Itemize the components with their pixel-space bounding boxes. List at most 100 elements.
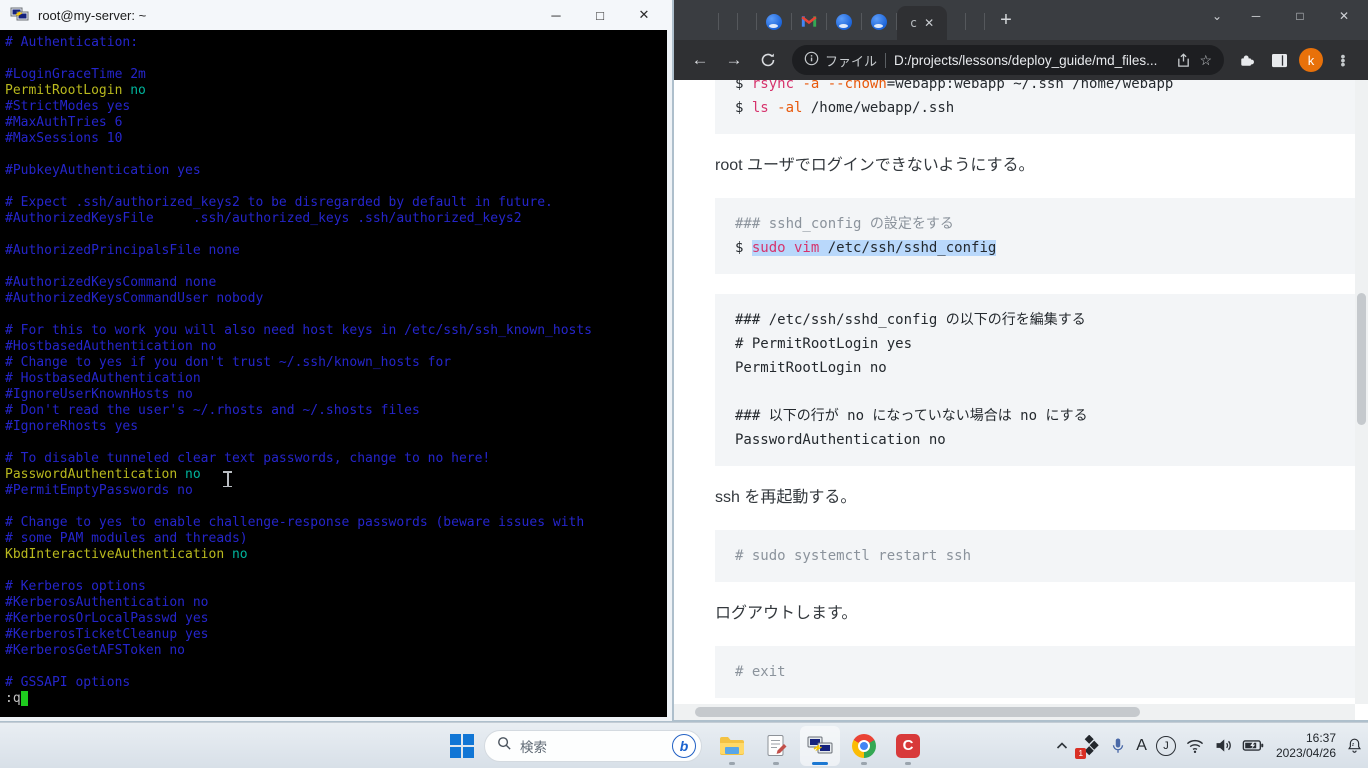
collapsed-tab[interactable] [966, 13, 985, 30]
forward-icon[interactable]: → [718, 44, 750, 76]
ime-mode-indicator[interactable]: A [1136, 737, 1147, 755]
bing-chat-icon[interactable]: b [672, 734, 696, 758]
terminal-line [5, 259, 667, 275]
code-line: $ rsync -a --chown=webapp:webapp ~/.ssh … [735, 80, 1335, 96]
tab-strip: c✕ + ⌄ ─ □ ✕ [674, 0, 1368, 40]
url-text[interactable]: D:/projects/lessons/deploy_guide/md_file… [894, 53, 1168, 68]
terminal-line: # Authentication: [5, 35, 667, 51]
share-icon[interactable] [1176, 53, 1191, 68]
battery-icon[interactable] [1242, 738, 1264, 753]
taskbar-app-putty[interactable] [800, 726, 840, 766]
markdown-paragraph: root ユーザでログインできないようにする。 [715, 154, 1355, 178]
active-tab[interactable]: c✕ [897, 6, 947, 40]
terminal-line: #HostbasedAuthentication no [5, 339, 667, 355]
terminal-maximize-button[interactable]: □ [578, 1, 622, 29]
code-line: ### sshd_config の設定をする [735, 212, 1335, 236]
terminal-line: #MaxSessions 10 [5, 131, 667, 147]
collapsed-tab[interactable] [738, 13, 757, 30]
code-line: # exit [735, 660, 1335, 684]
active-tab-favicon: c [910, 16, 917, 30]
microphone-icon[interactable] [1109, 736, 1127, 756]
browser-close-button[interactable]: ✕ [1322, 1, 1366, 31]
address-bar[interactable]: ファイル D:/projects/lessons/deploy_guide/md… [792, 45, 1224, 75]
tray-date: 2023/04/26 [1276, 746, 1336, 761]
url-scheme-label: ファイル [825, 51, 877, 70]
favicon-tab[interactable] [757, 13, 792, 30]
terminal-line: #LoginGraceTime 2m [5, 67, 667, 83]
terminal-line: # some PAM modules and threads) [5, 531, 667, 547]
tray-app-badge-icon[interactable]: 1 [1078, 735, 1100, 757]
search-placeholder: 検索 [520, 736, 664, 756]
tab-close-icon[interactable]: ✕ [924, 17, 934, 29]
search-icon [497, 736, 512, 756]
horizontal-scrollbar-thumb[interactable] [695, 707, 1140, 717]
terminal-line: # Change to yes to enable challenge-resp… [5, 515, 667, 531]
collapsed-tab[interactable] [719, 13, 738, 30]
terminal-line: #MaxAuthTries 6 [5, 115, 667, 131]
terminal-line: PasswordAuthentication no [5, 467, 667, 483]
avatar-letter: k [1299, 48, 1323, 72]
reload-icon[interactable] [752, 44, 784, 76]
taskbar-search-box[interactable]: 検索 b [484, 730, 702, 762]
tray-circle-app-icon[interactable]: J [1156, 736, 1176, 756]
taskbar-app-notepad[interactable] [756, 726, 796, 766]
terminal-line: #AuthorizedKeysCommandUser nobody [5, 291, 667, 307]
putty-titlebar[interactable]: root@my-server: ~ ─ □ ✕ [0, 0, 672, 30]
browser-minimize-button[interactable]: ─ [1234, 1, 1278, 31]
terminal-minimize-button[interactable]: ─ [534, 1, 578, 29]
putty-icon [807, 734, 833, 758]
favicon-tab[interactable] [792, 13, 827, 30]
terminal-window-title: root@my-server: ~ [38, 8, 534, 23]
profile-avatar[interactable]: k [1296, 45, 1326, 75]
back-icon[interactable]: ← [684, 44, 716, 76]
tray-clock[interactable]: 16:37 2023/04/26 [1276, 731, 1336, 761]
taskbar-app-camtasia[interactable]: C [888, 726, 928, 766]
notification-bell-icon[interactable]: z [1345, 736, 1364, 755]
terminal-close-button[interactable]: ✕ [622, 1, 666, 29]
terminal-line: #AuthorizedPrincipalsFile none [5, 243, 667, 259]
code-line: ### /etc/ssh/sshd_config の以下の行を編集する [735, 308, 1335, 332]
code-block: # sudo systemctl restart ssh [715, 530, 1355, 582]
vertical-scrollbar[interactable] [1355, 80, 1368, 704]
tray-chevron-up-icon[interactable] [1055, 739, 1069, 753]
terminal-line [5, 227, 667, 243]
terminal-line: :q [5, 691, 667, 707]
side-panel-icon[interactable] [1264, 45, 1294, 75]
chip-divider [885, 53, 886, 68]
extensions-puzzle-icon[interactable] [1232, 45, 1262, 75]
terminal-line: KbdInteractiveAuthentication no [5, 547, 667, 563]
taskbar-app-file-explorer[interactable] [712, 726, 752, 766]
collapsed-tab[interactable] [947, 13, 966, 30]
terminal-line: # Kerberos options [5, 579, 667, 595]
wifi-icon[interactable] [1185, 738, 1205, 754]
code-block: ### /etc/ssh/sshd_config の以下の行を編集する# Per… [715, 294, 1355, 466]
start-button[interactable] [450, 734, 474, 758]
terminal-screen[interactable]: # Authentication: #LoginGraceTime 2mPerm… [0, 30, 667, 717]
favicon-tab[interactable] [862, 13, 897, 30]
terminal-line: #AuthorizedKeysCommand none [5, 275, 667, 291]
vertical-scrollbar-thumb[interactable] [1357, 293, 1366, 425]
bookmark-star-icon[interactable]: ☆ [1199, 52, 1212, 69]
tray-time: 16:37 [1276, 731, 1336, 746]
new-tab-button[interactable]: + [991, 5, 1021, 35]
terminal-line: #IgnoreUserKnownHosts no [5, 387, 667, 403]
code-line: # sudo systemctl restart ssh [735, 544, 1335, 568]
terminal-line: # For this to work you will also need ho… [5, 323, 667, 339]
favicon-tab[interactable] [827, 13, 862, 30]
tray-badge-count: 1 [1075, 748, 1086, 759]
code-line [735, 380, 1335, 404]
terminal-line: #KerberosTicketCleanup yes [5, 627, 667, 643]
collapsed-tab[interactable] [700, 13, 719, 30]
taskbar-app-chrome[interactable] [844, 726, 884, 766]
horizontal-scrollbar[interactable] [674, 704, 1355, 720]
running-indicator [905, 762, 911, 765]
site-info-chip[interactable]: ファイル [804, 51, 877, 70]
browser-maximize-button[interactable]: □ [1278, 1, 1322, 31]
markdown-paragraph: ssh を再起動する。 [715, 486, 1355, 510]
terminal-line [5, 435, 667, 451]
terminal-line: #KerberosGetAFSToken no [5, 643, 667, 659]
browser-menu-kebab-icon[interactable]: ••• [1328, 45, 1358, 75]
browser-toolbar: ← → ファイル D:/projects/lessons/deploy_guid… [674, 40, 1368, 80]
speaker-icon[interactable] [1214, 737, 1233, 754]
tab-search-chevron-icon[interactable]: ⌄ [1200, 1, 1234, 31]
